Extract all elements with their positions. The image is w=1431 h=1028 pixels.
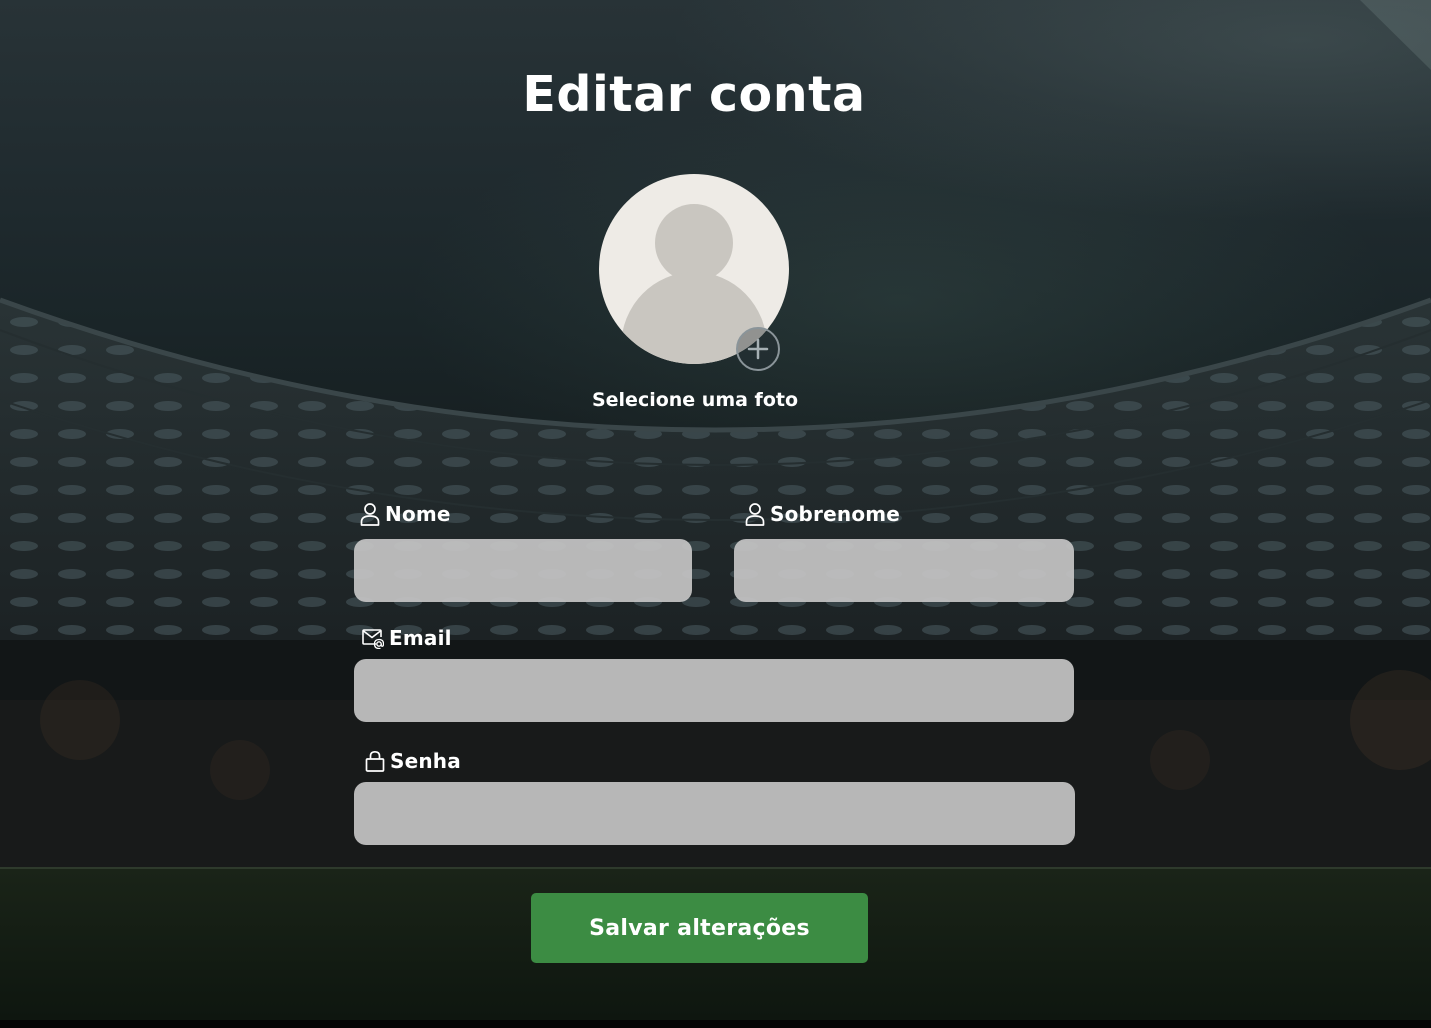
first-name-label: Nome [360, 502, 451, 526]
last-name-label: Sobrenome [745, 502, 900, 526]
lock-icon [365, 750, 385, 772]
first-name-input[interactable] [354, 539, 692, 602]
avatar-picker[interactable] [599, 174, 789, 371]
password-label-text: Senha [390, 749, 461, 773]
first-name-label-text: Nome [385, 502, 451, 526]
select-photo-label[interactable]: Selecione uma foto [0, 389, 1390, 411]
password-label: Senha [365, 749, 461, 773]
page-title: Editar conta [522, 66, 866, 123]
email-input[interactable] [354, 659, 1074, 722]
user-silhouette-icon [655, 204, 733, 282]
user-icon [745, 503, 765, 526]
last-name-label-text: Sobrenome [770, 502, 901, 526]
last-name-input[interactable] [734, 539, 1074, 602]
email-label-text: Email [389, 626, 452, 650]
mail-at-icon [362, 629, 384, 649]
email-label: Email [362, 626, 452, 650]
stadium-background [0, 0, 1431, 1020]
plus-circle-icon[interactable] [735, 326, 781, 372]
password-input[interactable] [354, 782, 1075, 845]
user-icon [360, 503, 380, 526]
bottom-strip [0, 1020, 1431, 1028]
save-changes-button[interactable]: Salvar alterações [531, 893, 868, 963]
